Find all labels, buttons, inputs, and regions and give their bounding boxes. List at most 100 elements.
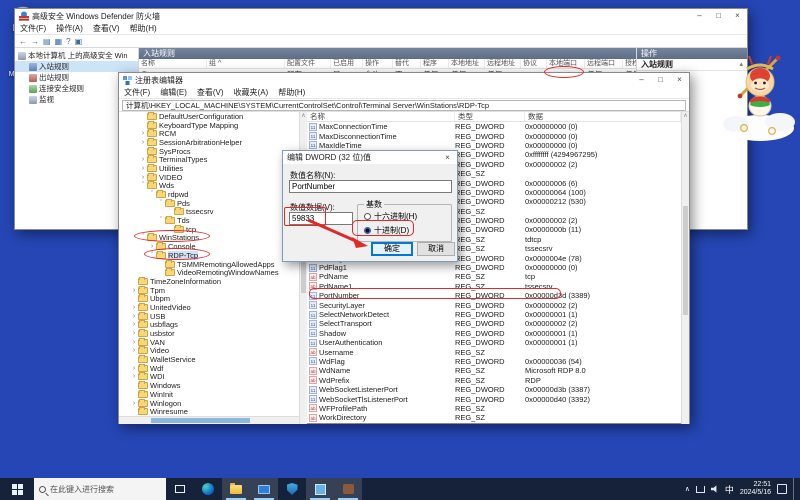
export-list-icon[interactable]: ▤	[43, 37, 51, 46]
cancel-button[interactable]: 取消	[417, 242, 455, 256]
reg-value-row[interactable]: ab WdName REG_SZ Microsoft RDP 8.0	[307, 366, 681, 375]
expand-icon[interactable]: ›	[139, 130, 147, 137]
reg-tree-item[interactable]: › Video	[119, 346, 299, 355]
menu-item[interactable]: 收藏夹(A)	[229, 87, 274, 98]
reg-value-row[interactable]: ab WFProfilePath REG_SZ	[307, 404, 681, 413]
reg-tree-item[interactable]: Windows	[119, 381, 299, 390]
reg-tree-item[interactable]: › Console	[119, 242, 299, 251]
reg-tree-item[interactable]: › VAN	[119, 337, 299, 347]
values-vertical-scrollbar[interactable]: ∧	[681, 112, 689, 424]
collapse-icon[interactable]: ˇ	[139, 182, 147, 189]
fw-column-header[interactable]: 已启用	[331, 59, 363, 68]
menu-item[interactable]: 文件(F)	[119, 87, 155, 98]
reg-tree-item[interactable]: › Utilities	[119, 163, 299, 173]
fw-column-header[interactable]: 操作	[363, 59, 393, 68]
reg-value-row[interactable]: 11 PdFlag1 REG_DWORD 0x00000000 (0)	[307, 263, 681, 272]
menu-item[interactable]: 操作(A)	[51, 23, 88, 34]
table-icon[interactable]: ▣	[75, 37, 83, 46]
expand-icon[interactable]: ›	[130, 313, 138, 320]
reg-tree-item[interactable]: › usbstor	[119, 329, 299, 338]
ime-indicator[interactable]: 中	[725, 483, 734, 496]
reg-value-row[interactable]: ab PdName REG_SZ tcp	[307, 272, 681, 281]
reg-value-row[interactable]: 11 WdFlag REG_DWORD 0x00000036 (54)	[307, 357, 681, 366]
back-icon[interactable]: ←	[19, 37, 27, 46]
fw-column-header[interactable]: 本地端口	[547, 59, 585, 68]
taskbar-remote-desktop[interactable]	[250, 478, 278, 500]
menu-item[interactable]: 编辑(E)	[155, 87, 192, 98]
reg-value-row[interactable]: ab PdName1 REG_SZ tssecsrv	[307, 282, 681, 291]
expand-icon[interactable]: ›	[139, 165, 147, 172]
close-icon[interactable]: ×	[438, 151, 457, 164]
tray-chevron-icon[interactable]: ∧	[685, 485, 690, 493]
fw-column-header[interactable]: 程序	[421, 59, 449, 68]
reg-tree-item[interactable]: ˇ Pds	[119, 198, 299, 208]
tree-item-inbound-rules[interactable]: 入站规则	[15, 61, 138, 72]
reg-tree-item[interactable]: Winresume	[119, 407, 299, 416]
reg-tree-item[interactable]: WinInit	[119, 389, 299, 399]
fw-column-header[interactable]: 组 ^	[207, 59, 285, 68]
expand-icon[interactable]: ›	[139, 174, 147, 181]
regedit-titlebar[interactable]: 注册表编辑器 – □ ×	[119, 73, 689, 87]
reg-tree-item[interactable]: TSMMRemotingAllowedApps	[119, 259, 299, 269]
reg-value-row[interactable]: 11 UserAuthentication REG_DWORD 0x00000001 …	[307, 338, 681, 347]
taskbar-search[interactable]: 在此键入进行搜索	[34, 478, 166, 500]
menu-item[interactable]: 查看(V)	[192, 87, 229, 98]
fw-column-header[interactable]: 授权的...	[623, 59, 636, 68]
reg-tree-item[interactable]: ˇ WinStations	[119, 233, 299, 242]
firewall-tree-root[interactable]: 本地计算机 上的高级安全 Win	[15, 50, 138, 61]
collapse-icon[interactable]: ˇ	[157, 217, 165, 224]
reg-tree-item[interactable]: WalletService	[119, 355, 299, 364]
taskbar-edge[interactable]	[194, 478, 222, 500]
reg-value-row[interactable]: 11 SecurityLayer REG_DWORD 0x00000002 (2)	[307, 300, 681, 310]
close-button[interactable]: ×	[670, 73, 689, 87]
fw-column-header[interactable]: 协议	[521, 59, 547, 68]
reg-tree-item[interactable]: tcp	[119, 224, 299, 234]
taskbar-defender[interactable]	[278, 478, 306, 500]
expand-icon[interactable]: ›	[130, 365, 138, 372]
reg-tree-item[interactable]: ˇ RDP-Tcp	[119, 250, 299, 260]
column-name[interactable]: 名称	[307, 112, 455, 121]
reg-tree-item[interactable]: › Winlogon	[119, 398, 299, 408]
reg-tree-item[interactable]: › RCM	[119, 129, 299, 138]
reg-tree-item[interactable]: KeyboardType Mapping	[119, 120, 299, 130]
expand-icon[interactable]: ›	[130, 287, 138, 294]
start-button[interactable]	[0, 478, 34, 500]
expand-icon[interactable]: ›	[139, 156, 147, 163]
menu-item[interactable]: 文件(F)	[15, 23, 51, 34]
firewall-titlebar[interactable]: 高级安全 Windows Defender 防火墙 – □ ×	[15, 9, 747, 23]
reg-value-row[interactable]: 11 PortNumber REG_DWORD 0x00000d3d (3389)	[307, 291, 681, 300]
value-name-input[interactable]	[289, 180, 452, 193]
expand-icon[interactable]: ›	[130, 339, 138, 346]
action-center-icon[interactable]	[777, 484, 787, 494]
reg-value-row[interactable]: 11 SelectTransport REG_DWORD 0x00000002 (2)	[307, 319, 681, 328]
menu-item[interactable]: 查看(V)	[88, 23, 125, 34]
expand-icon[interactable]: ›	[130, 400, 138, 407]
expand-icon[interactable]: ›	[130, 321, 138, 328]
reg-tree-item[interactable]: VideoRemotingWindowNames	[119, 268, 299, 277]
reg-tree-item[interactable]: › VIDEO	[119, 172, 299, 182]
reg-tree-item[interactable]: › TerminalTypes	[119, 155, 299, 164]
speaker-muted-icon[interactable]	[710, 485, 717, 493]
collapse-icon[interactable]: ˇ	[148, 191, 156, 198]
expand-icon[interactable]: ›	[130, 373, 138, 380]
ok-button[interactable]: 确定	[371, 242, 413, 256]
reg-value-row[interactable]: 11 SelectNetworkDetect REG_DWORD 0x00000001…	[307, 310, 681, 319]
fw-column-header[interactable]: 远程端口	[585, 59, 623, 68]
minimize-button[interactable]: –	[632, 73, 651, 87]
reg-tree-item[interactable]: TimeZoneInformation	[119, 276, 299, 286]
dialog-titlebar[interactable]: 编辑 DWORD (32 位)值 ×	[283, 151, 457, 164]
reg-tree-item[interactable]: › usbflags	[119, 320, 299, 329]
reg-value-row[interactable]: 11 MaxIdleTime REG_DWORD 0x00000000 (0)	[307, 141, 681, 150]
show-desktop-button[interactable]	[793, 478, 796, 500]
menu-item[interactable]: 帮助(H)	[273, 87, 310, 98]
maximize-button[interactable]: □	[709, 9, 728, 23]
column-data[interactable]: 数据	[525, 112, 681, 121]
reg-tree-item[interactable]: › Wdf	[119, 363, 299, 373]
value-data-input[interactable]	[289, 212, 353, 225]
reg-tree-item[interactable]: › USB	[119, 311, 299, 321]
reg-tree-item[interactable]: › UnitedVideo	[119, 302, 299, 312]
collapse-icon[interactable]: ˇ	[157, 200, 165, 207]
tray-clock[interactable]: 22:51 2024/5/16	[740, 481, 771, 497]
reg-tree-item[interactable]: SysProcs	[119, 146, 299, 156]
expand-icon[interactable]: ›	[139, 139, 147, 146]
